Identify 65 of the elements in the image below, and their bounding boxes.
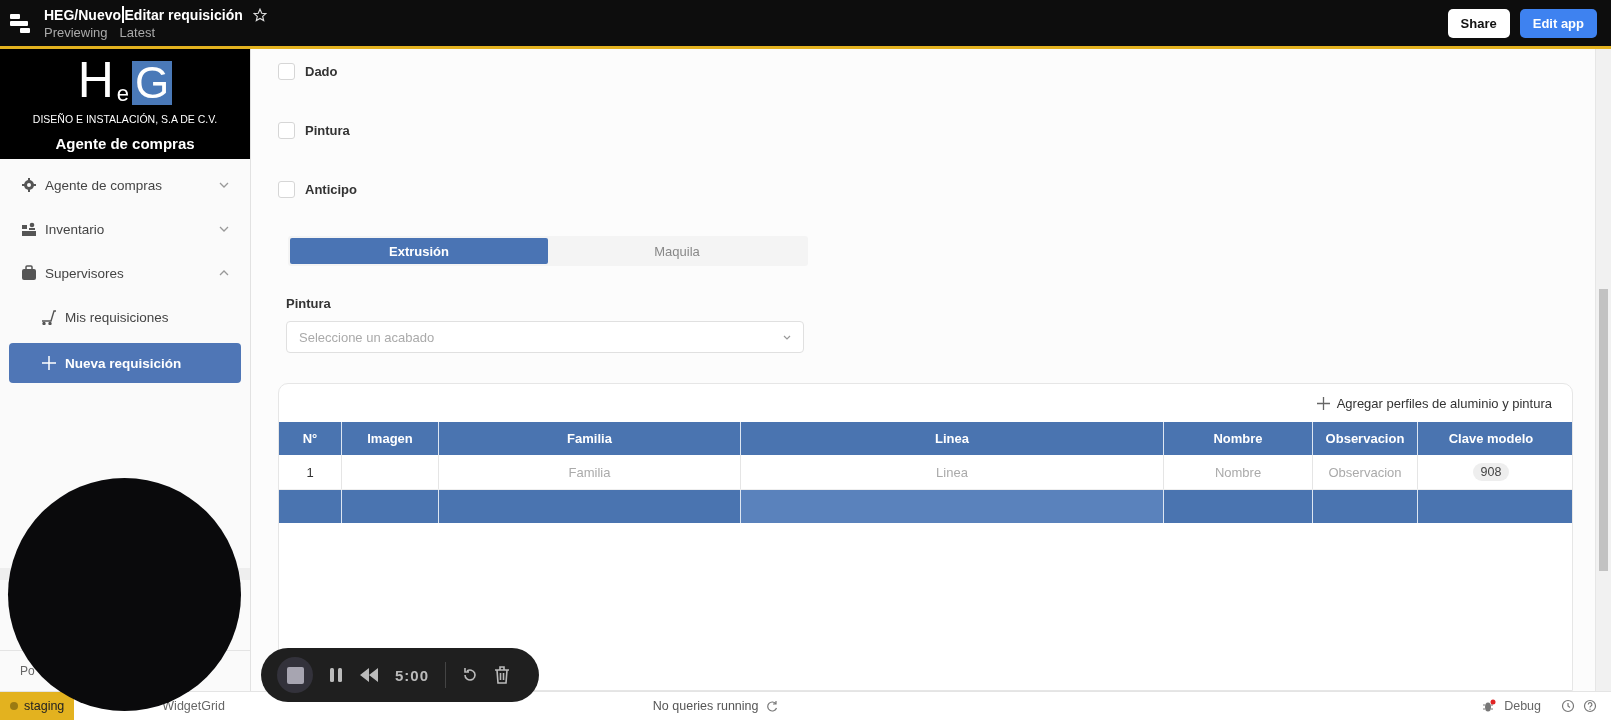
checkbox-label: Pintura [305,122,350,138]
text-cursor [122,6,124,23]
company-name: DISEÑO E INSTALACIÓN, S.A DE C.V. [32,113,218,125]
model-tag: 908 [1472,463,1510,481]
plus-icon [1316,396,1330,410]
nav-item[interactable]: Nueva requisición [9,343,241,383]
column-header[interactable]: Nombre [1164,422,1313,455]
subtitle-label: Previewing [44,25,108,40]
app-title[interactable]: HEG/Nuevo [44,6,121,23]
column-header[interactable]: Clave modelo [1418,422,1564,455]
app-title[interactable]: Editar requisición [124,6,243,23]
column-header[interactable]: Linea [741,422,1164,455]
cart-icon [41,309,57,325]
field-label: Pintura [286,296,332,311]
environment-badge[interactable]: staging [0,692,75,720]
checkbox[interactable] [278,121,295,139]
share-button[interactable]: Share [1447,8,1510,38]
rewind-icon[interactable] [359,668,379,682]
boxes-icon [21,221,37,237]
refresh-icon[interactable] [766,700,779,712]
star-icon[interactable] [252,7,267,22]
recording-timer: 5:00 [395,666,430,684]
nav-item[interactable]: Inventario [9,211,241,247]
column-header[interactable]: N° [279,422,342,455]
sidebar-heading: Agente de compras [55,135,195,152]
checkbox-label: Dado [305,63,338,79]
column-header[interactable]: Familia [439,422,741,455]
nav-item[interactable]: Agente de compras [9,167,241,203]
company-logo: H e G [77,57,173,105]
cell-placeholder[interactable]: Linea [936,464,968,480]
add-button[interactable]: Agregar perfiles de aluminio y pintura [1310,394,1558,412]
checkbox[interactable] [278,62,295,80]
checkbox-label: Anticipo [305,181,357,197]
nav-item[interactable]: Mis requisiciones [9,299,241,335]
cell-placeholder[interactable]: Familia [568,464,611,480]
subtitle-label: Latest [119,25,155,40]
cell-placeholder[interactable]: Observacion [1328,464,1402,480]
help-icon[interactable] [1583,699,1597,713]
query-status: No queries running [652,699,759,713]
nav-item[interactable]: Supervisores [9,255,241,291]
table-cell: 1 [306,464,314,480]
briefcase-icon [21,265,37,281]
column-header[interactable]: Observacion [1313,422,1418,455]
hovered-cell[interactable] [741,490,1164,523]
gear-icon [21,177,37,193]
restart-icon[interactable] [462,667,479,683]
history-icon[interactable] [1561,699,1575,713]
checkbox[interactable] [278,180,295,198]
plus-icon [41,355,57,371]
pause-icon[interactable] [329,667,343,683]
bug-icon[interactable] [1482,699,1497,713]
footer-text: Po [20,664,35,678]
segment-tab[interactable]: Extrusión [290,238,548,264]
segment-tab[interactable]: Maquila [548,238,806,264]
vertical-scrollbar[interactable] [1595,49,1611,691]
debug-button[interactable]: Debug [1504,699,1541,713]
cell-placeholder[interactable]: Nombre [1214,464,1262,480]
edit-app-button[interactable]: Edit app [1519,8,1597,38]
menu-logo-icon[interactable] [10,12,32,34]
widget-label: WidgetGrid [162,699,225,713]
trash-icon[interactable] [494,666,511,684]
stop-button[interactable] [277,657,313,693]
column-header[interactable]: Imagen [342,422,439,455]
select-field[interactable]: Seleccione un acabado [286,321,804,353]
chevron-icon [783,334,791,340]
